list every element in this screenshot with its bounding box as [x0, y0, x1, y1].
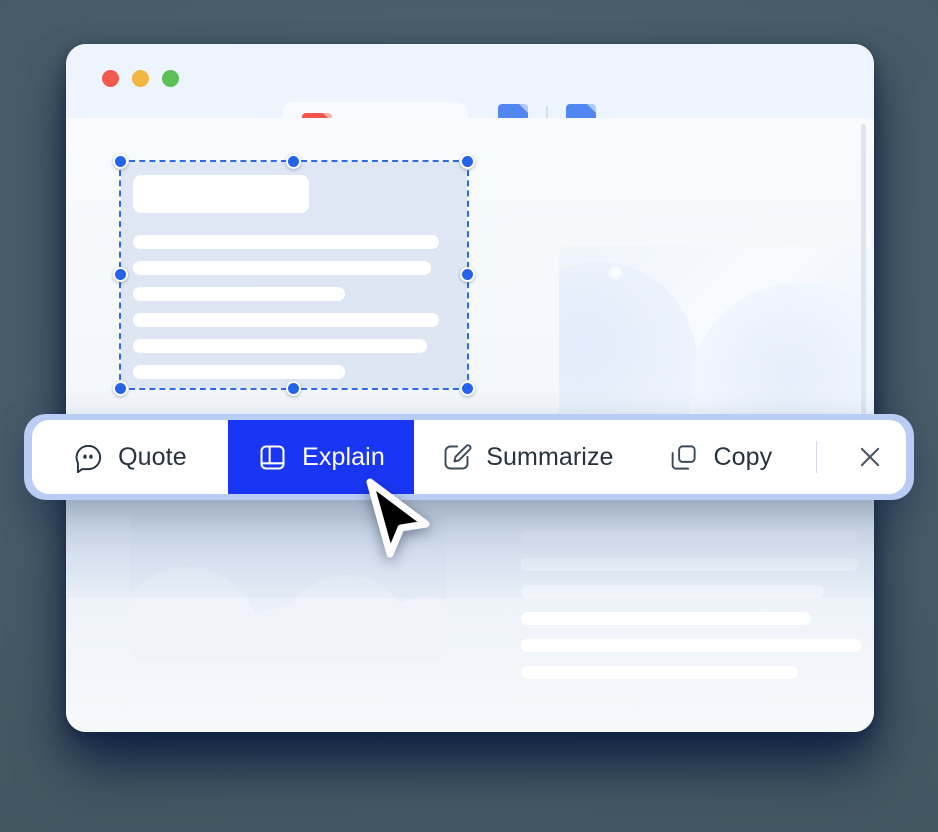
decor-bubble [827, 376, 844, 393]
selected-text-line [133, 339, 427, 353]
window-controls [102, 70, 179, 87]
selection-handle-top-right[interactable] [460, 154, 475, 169]
text-selection-region[interactable] [113, 154, 475, 396]
decor-bubble [755, 400, 761, 406]
copy-button[interactable]: Copy [641, 420, 800, 494]
quote-bubble-icon [73, 442, 104, 473]
edit-pencil-icon [441, 442, 472, 473]
explain-button[interactable]: Explain [227, 420, 415, 494]
close-toolbar-button[interactable] [833, 420, 906, 494]
lower-text-line [521, 666, 798, 679]
selected-text-line [133, 365, 345, 379]
decor-bubble [729, 342, 742, 355]
decor-bubble [607, 264, 624, 281]
copy-button-label: Copy [713, 442, 773, 471]
selection-handle-top-left[interactable] [113, 154, 128, 169]
selected-text-line [133, 313, 439, 327]
selection-handle-bottom-right[interactable] [460, 381, 475, 396]
action-toolbar: Quote Explain Summarize Copy [32, 420, 906, 494]
selected-title-block [133, 175, 309, 213]
browser-window: PDF DOC DOCX [66, 44, 874, 732]
quote-button[interactable]: Quote [32, 420, 228, 494]
selection-handle-middle-right[interactable] [460, 267, 475, 282]
vertical-scrollbar[interactable] [861, 124, 866, 424]
selected-text-line [133, 261, 431, 275]
close-window-button[interactable] [102, 70, 119, 87]
lower-text-line [521, 558, 858, 571]
selection-handle-top-center[interactable] [286, 154, 301, 169]
summarize-button-label: Summarize [486, 442, 614, 471]
quote-button-label: Quote [118, 442, 187, 471]
lower-text-line [521, 585, 824, 598]
summarize-button[interactable]: Summarize [414, 420, 641, 494]
lower-text-line [521, 612, 811, 625]
toolbar-divider [816, 441, 818, 473]
copy-icon [668, 442, 699, 473]
selection-handle-bottom-left[interactable] [113, 381, 128, 396]
selection-handle-bottom-center[interactable] [286, 381, 301, 396]
maximize-window-button[interactable] [162, 70, 179, 87]
close-icon [855, 442, 885, 472]
book-icon [257, 442, 288, 473]
decor-bubble [795, 398, 802, 405]
selection-handle-middle-left[interactable] [113, 267, 128, 282]
lower-text-line [521, 639, 862, 652]
selected-text-line [133, 287, 345, 301]
selected-text-line [133, 235, 439, 249]
action-toolbar-frame: Quote Explain Summarize Copy [24, 414, 914, 500]
explain-button-label: Explain [302, 442, 385, 471]
lower-text-line [521, 530, 858, 543]
minimize-window-button[interactable] [132, 70, 149, 87]
lower-left-image-placeholder [130, 515, 446, 661]
decor-bubble [811, 398, 820, 407]
tab-bar: PDF DOC DOCX [66, 44, 874, 160]
